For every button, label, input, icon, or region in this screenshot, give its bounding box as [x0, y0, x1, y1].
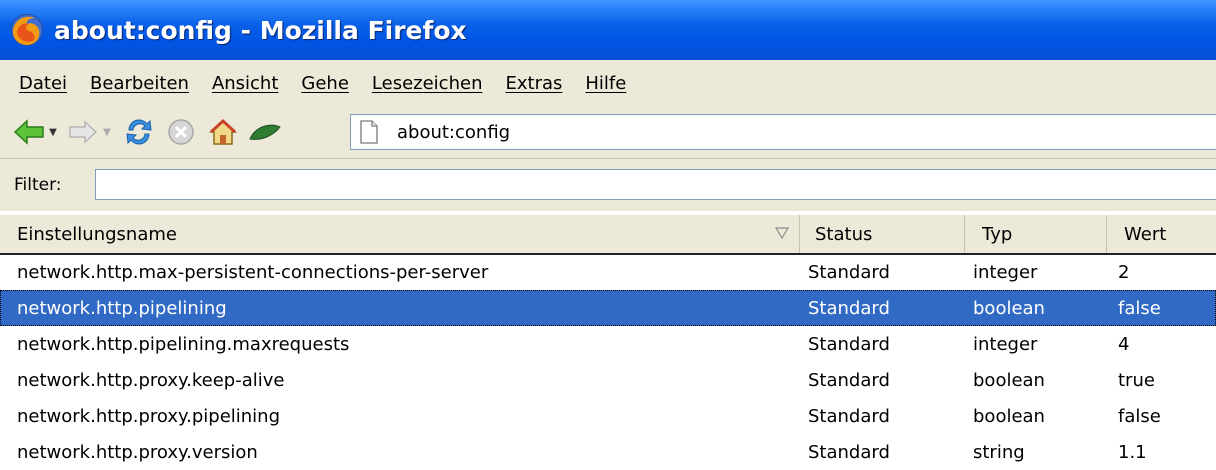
table-header: Einstellungsname Status Typ Wert	[0, 214, 1216, 255]
menu-gehe[interactable]: Gehe	[301, 73, 349, 94]
reload-button[interactable]	[122, 115, 156, 149]
bookmark-leaf-button[interactable]	[248, 115, 282, 149]
pref-name: network.http.proxy.version	[17, 441, 258, 463]
table-row-selected[interactable]: network.http.pipelining Standard boolean…	[0, 290, 1216, 326]
column-header-type[interactable]: Typ	[965, 215, 1107, 253]
pref-value: 1.1	[1118, 441, 1147, 463]
pref-status: Standard	[808, 261, 890, 283]
title-bar[interactable]: about:config - Mozilla Firefox	[0, 0, 1216, 60]
column-value-label: Wert	[1124, 223, 1167, 245]
url-text: about:config	[397, 121, 511, 143]
column-name-label: Einstellungsname	[17, 223, 177, 245]
menu-ansicht[interactable]: Ansicht	[212, 73, 278, 94]
pref-value: true	[1118, 369, 1155, 391]
forward-dropdown-icon[interactable]: ▼	[100, 127, 114, 138]
column-header-status[interactable]: Status	[800, 215, 965, 253]
pref-status: Standard	[808, 369, 890, 391]
column-type-label: Typ	[982, 223, 1013, 245]
leaf-icon	[249, 124, 281, 140]
pref-status: Standard	[808, 405, 890, 427]
pref-type: integer	[973, 261, 1038, 283]
menu-bar: Datei Bearbeiten Ansicht Gehe Lesezeiche…	[0, 60, 1216, 107]
navigation-toolbar: ▼ ▼ about:config	[0, 106, 1216, 159]
window-title: about:config - Mozilla Firefox	[54, 15, 467, 45]
menu-datei[interactable]: Datei	[19, 73, 67, 94]
pref-type: boolean	[973, 405, 1045, 427]
preferences-list: network.http.max-persistent-connections-…	[0, 254, 1216, 470]
filter-input[interactable]	[95, 169, 1216, 200]
stop-icon	[168, 119, 194, 145]
pref-type: boolean	[973, 369, 1045, 391]
pref-name: network.http.max-persistent-connections-…	[17, 261, 489, 283]
home-icon	[209, 118, 237, 145]
table-row[interactable]: network.http.proxy.version Standard stri…	[0, 434, 1216, 470]
pref-value: 4	[1118, 333, 1130, 355]
menu-bearbeiten[interactable]: Bearbeiten	[90, 73, 189, 94]
pref-status: Standard	[808, 441, 890, 463]
filter-label: Filter:	[14, 175, 62, 195]
filter-bar: Filter:	[0, 159, 1216, 211]
pref-type: integer	[973, 333, 1038, 355]
reload-icon	[126, 119, 152, 145]
pref-value: false	[1118, 405, 1161, 427]
column-header-name[interactable]: Einstellungsname	[0, 215, 800, 253]
table-row[interactable]: network.http.proxy.pipelining Standard b…	[0, 398, 1216, 434]
sort-descending-icon	[775, 227, 789, 240]
forward-button[interactable]	[66, 115, 100, 149]
pref-type: string	[973, 441, 1025, 463]
pref-type: boolean	[973, 297, 1045, 319]
menu-lesezeichen[interactable]: Lesezeichen	[372, 73, 483, 94]
table-row[interactable]: network.http.pipelining.maxrequests Stan…	[0, 326, 1216, 362]
url-bar[interactable]: about:config	[350, 114, 1216, 150]
page-icon	[360, 120, 378, 144]
pref-name: network.http.proxy.pipelining	[17, 405, 281, 427]
pref-value: 2	[1118, 261, 1130, 283]
pref-status: Standard	[808, 333, 890, 355]
column-status-label: Status	[815, 223, 873, 245]
stop-button[interactable]	[164, 115, 198, 149]
back-button[interactable]	[12, 115, 46, 149]
firefox-icon	[11, 14, 43, 46]
forward-arrow-icon	[69, 120, 98, 144]
menu-hilfe[interactable]: Hilfe	[585, 73, 626, 94]
back-arrow-icon	[13, 119, 44, 145]
table-row[interactable]: network.http.proxy.keep-alive Standard b…	[0, 362, 1216, 398]
back-dropdown-icon[interactable]: ▼	[46, 127, 60, 138]
pref-status: Standard	[808, 297, 890, 319]
table-row[interactable]: network.http.max-persistent-connections-…	[0, 254, 1216, 290]
home-button[interactable]	[206, 115, 240, 149]
pref-value: false	[1118, 297, 1161, 319]
menu-extras[interactable]: Extras	[505, 73, 562, 94]
pref-name: network.http.pipelining	[17, 297, 227, 319]
column-header-value[interactable]: Wert	[1107, 215, 1216, 253]
pref-name: network.http.proxy.keep-alive	[17, 369, 285, 391]
pref-name: network.http.pipelining.maxrequests	[17, 333, 350, 355]
